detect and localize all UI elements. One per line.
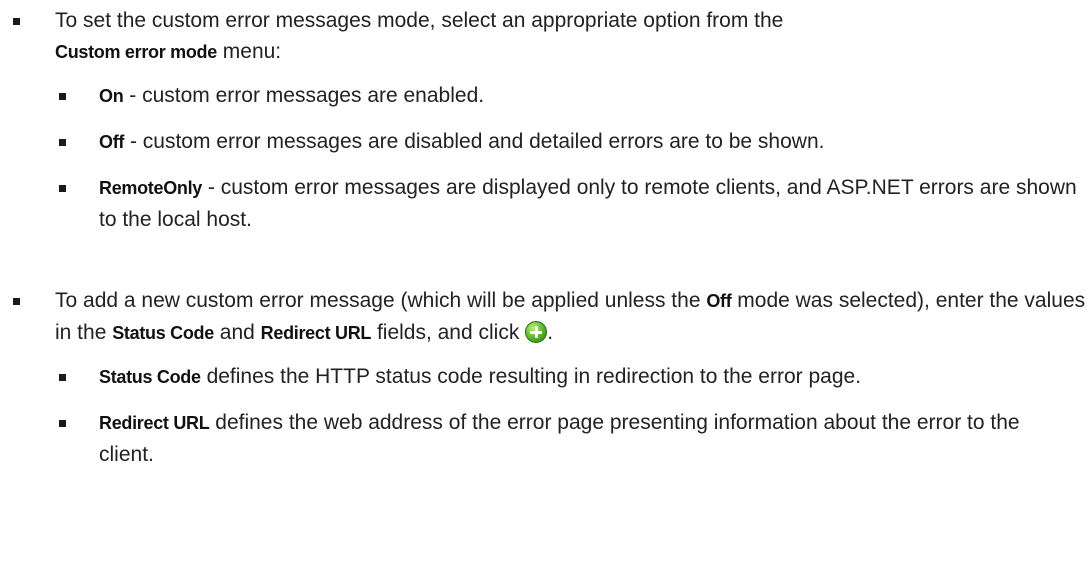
bullet-marker — [59, 93, 66, 100]
bullet-list: To set the custom error messages mode, s… — [0, 5, 1080, 249]
option-desc: - custom error messages are disabled and… — [129, 130, 825, 153]
document-page: To set the custom error messages mode, s… — [0, 0, 1092, 573]
redirect-url-term: Redirect URL — [260, 323, 372, 343]
mode-options-list: On - custom error messages are enabled. … — [55, 80, 1080, 235]
list-item-add: To add a new custom error message (which… — [0, 285, 1092, 470]
option-term: Off — [99, 132, 125, 152]
menu-suffix: menu: — [222, 40, 282, 63]
list-item-redirect-url: Redirect URL defines the web address of … — [0, 407, 1039, 470]
option-term: On — [99, 86, 124, 106]
bullet-marker — [59, 420, 66, 427]
add-text-and: and — [219, 321, 255, 344]
bullet-marker — [59, 139, 66, 146]
mode-intro-text: To set the custom error messages mode, s… — [55, 9, 784, 32]
field-desc: defines the HTTP status code resulting i… — [206, 365, 862, 388]
add-text-end: . — [547, 321, 554, 344]
bullet-marker — [59, 374, 66, 381]
list-item-off: Off - custom error messages are disabled… — [0, 126, 1079, 158]
option-desc: - custom error messages are enabled. — [129, 84, 485, 107]
list-item-mode: To set the custom error messages mode, s… — [0, 5, 1080, 235]
status-code-term: Status Code — [112, 323, 214, 343]
bullet-marker — [13, 18, 20, 25]
fields-list: Status Code defines the HTTP status code… — [55, 361, 1092, 470]
add-icon — [525, 321, 548, 343]
menu-name: Custom error mode — [55, 42, 217, 62]
bullet-marker — [13, 298, 20, 305]
field-desc: defines the web address of the error pag… — [99, 411, 1020, 466]
off-term: Off — [706, 291, 732, 311]
add-text-a: To add a new custom error message (which… — [55, 289, 701, 312]
field-term: Status Code — [99, 367, 201, 387]
list-item-status-code: Status Code defines the HTTP status code… — [0, 361, 1092, 393]
bullet-marker — [59, 185, 66, 192]
list-item-remoteonly: RemoteOnly - custom error messages are d… — [0, 172, 1092, 235]
bullet-list-2: To add a new custom error message (which… — [0, 285, 1085, 484]
add-text-c: fields, and click — [376, 321, 520, 344]
list-item-on: On - custom error messages are enabled. — [0, 80, 1080, 112]
option-term: RemoteOnly — [99, 178, 203, 198]
option-desc: - custom error messages are displayed on… — [99, 176, 1077, 231]
field-term: Redirect URL — [99, 413, 210, 433]
